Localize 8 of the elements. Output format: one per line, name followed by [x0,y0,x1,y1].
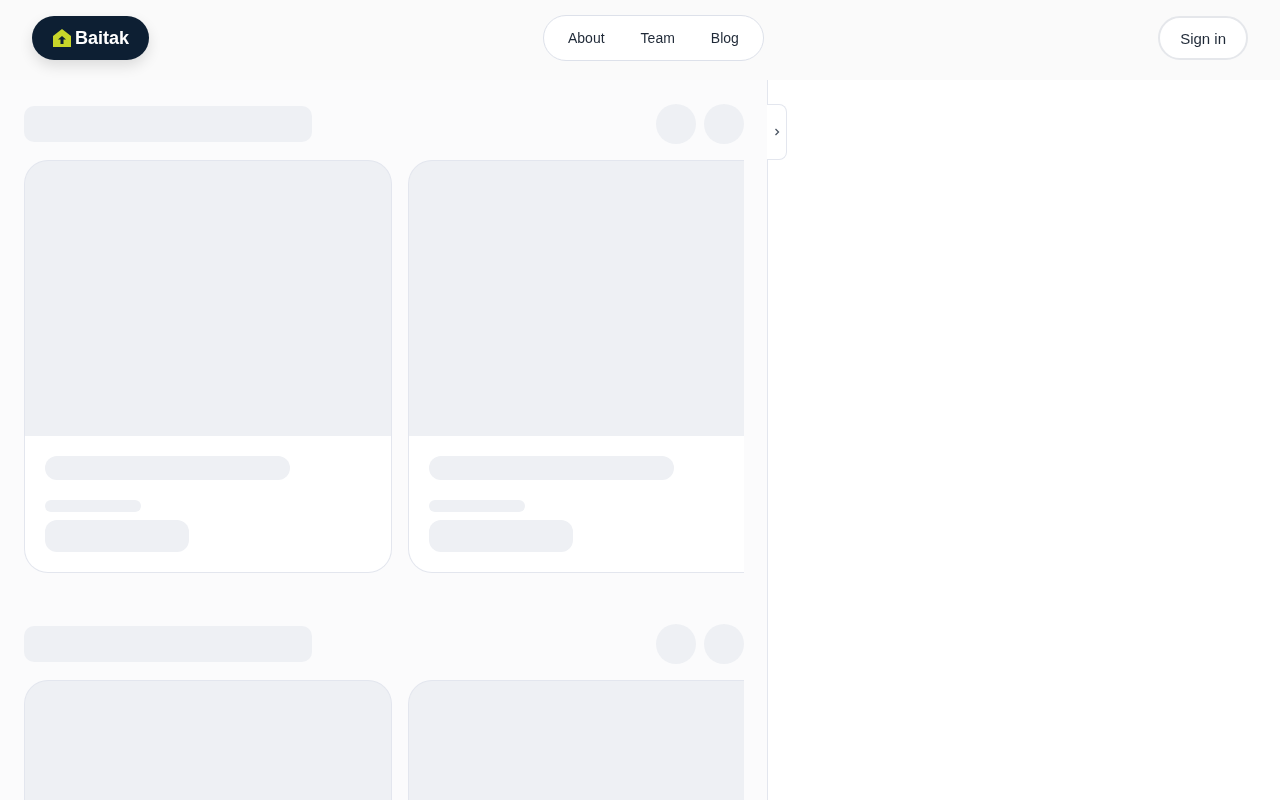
logo[interactable]: Baitak [32,16,149,60]
sign-in-button[interactable]: Sign in [1158,16,1248,60]
house-icon [52,28,72,48]
panel-toggle[interactable] [767,104,787,160]
nav-link[interactable]: About [550,30,623,46]
nav-link[interactable]: Blog [692,30,757,46]
nav-link[interactable]: Team [622,30,693,46]
chevron-icon [772,127,781,137]
